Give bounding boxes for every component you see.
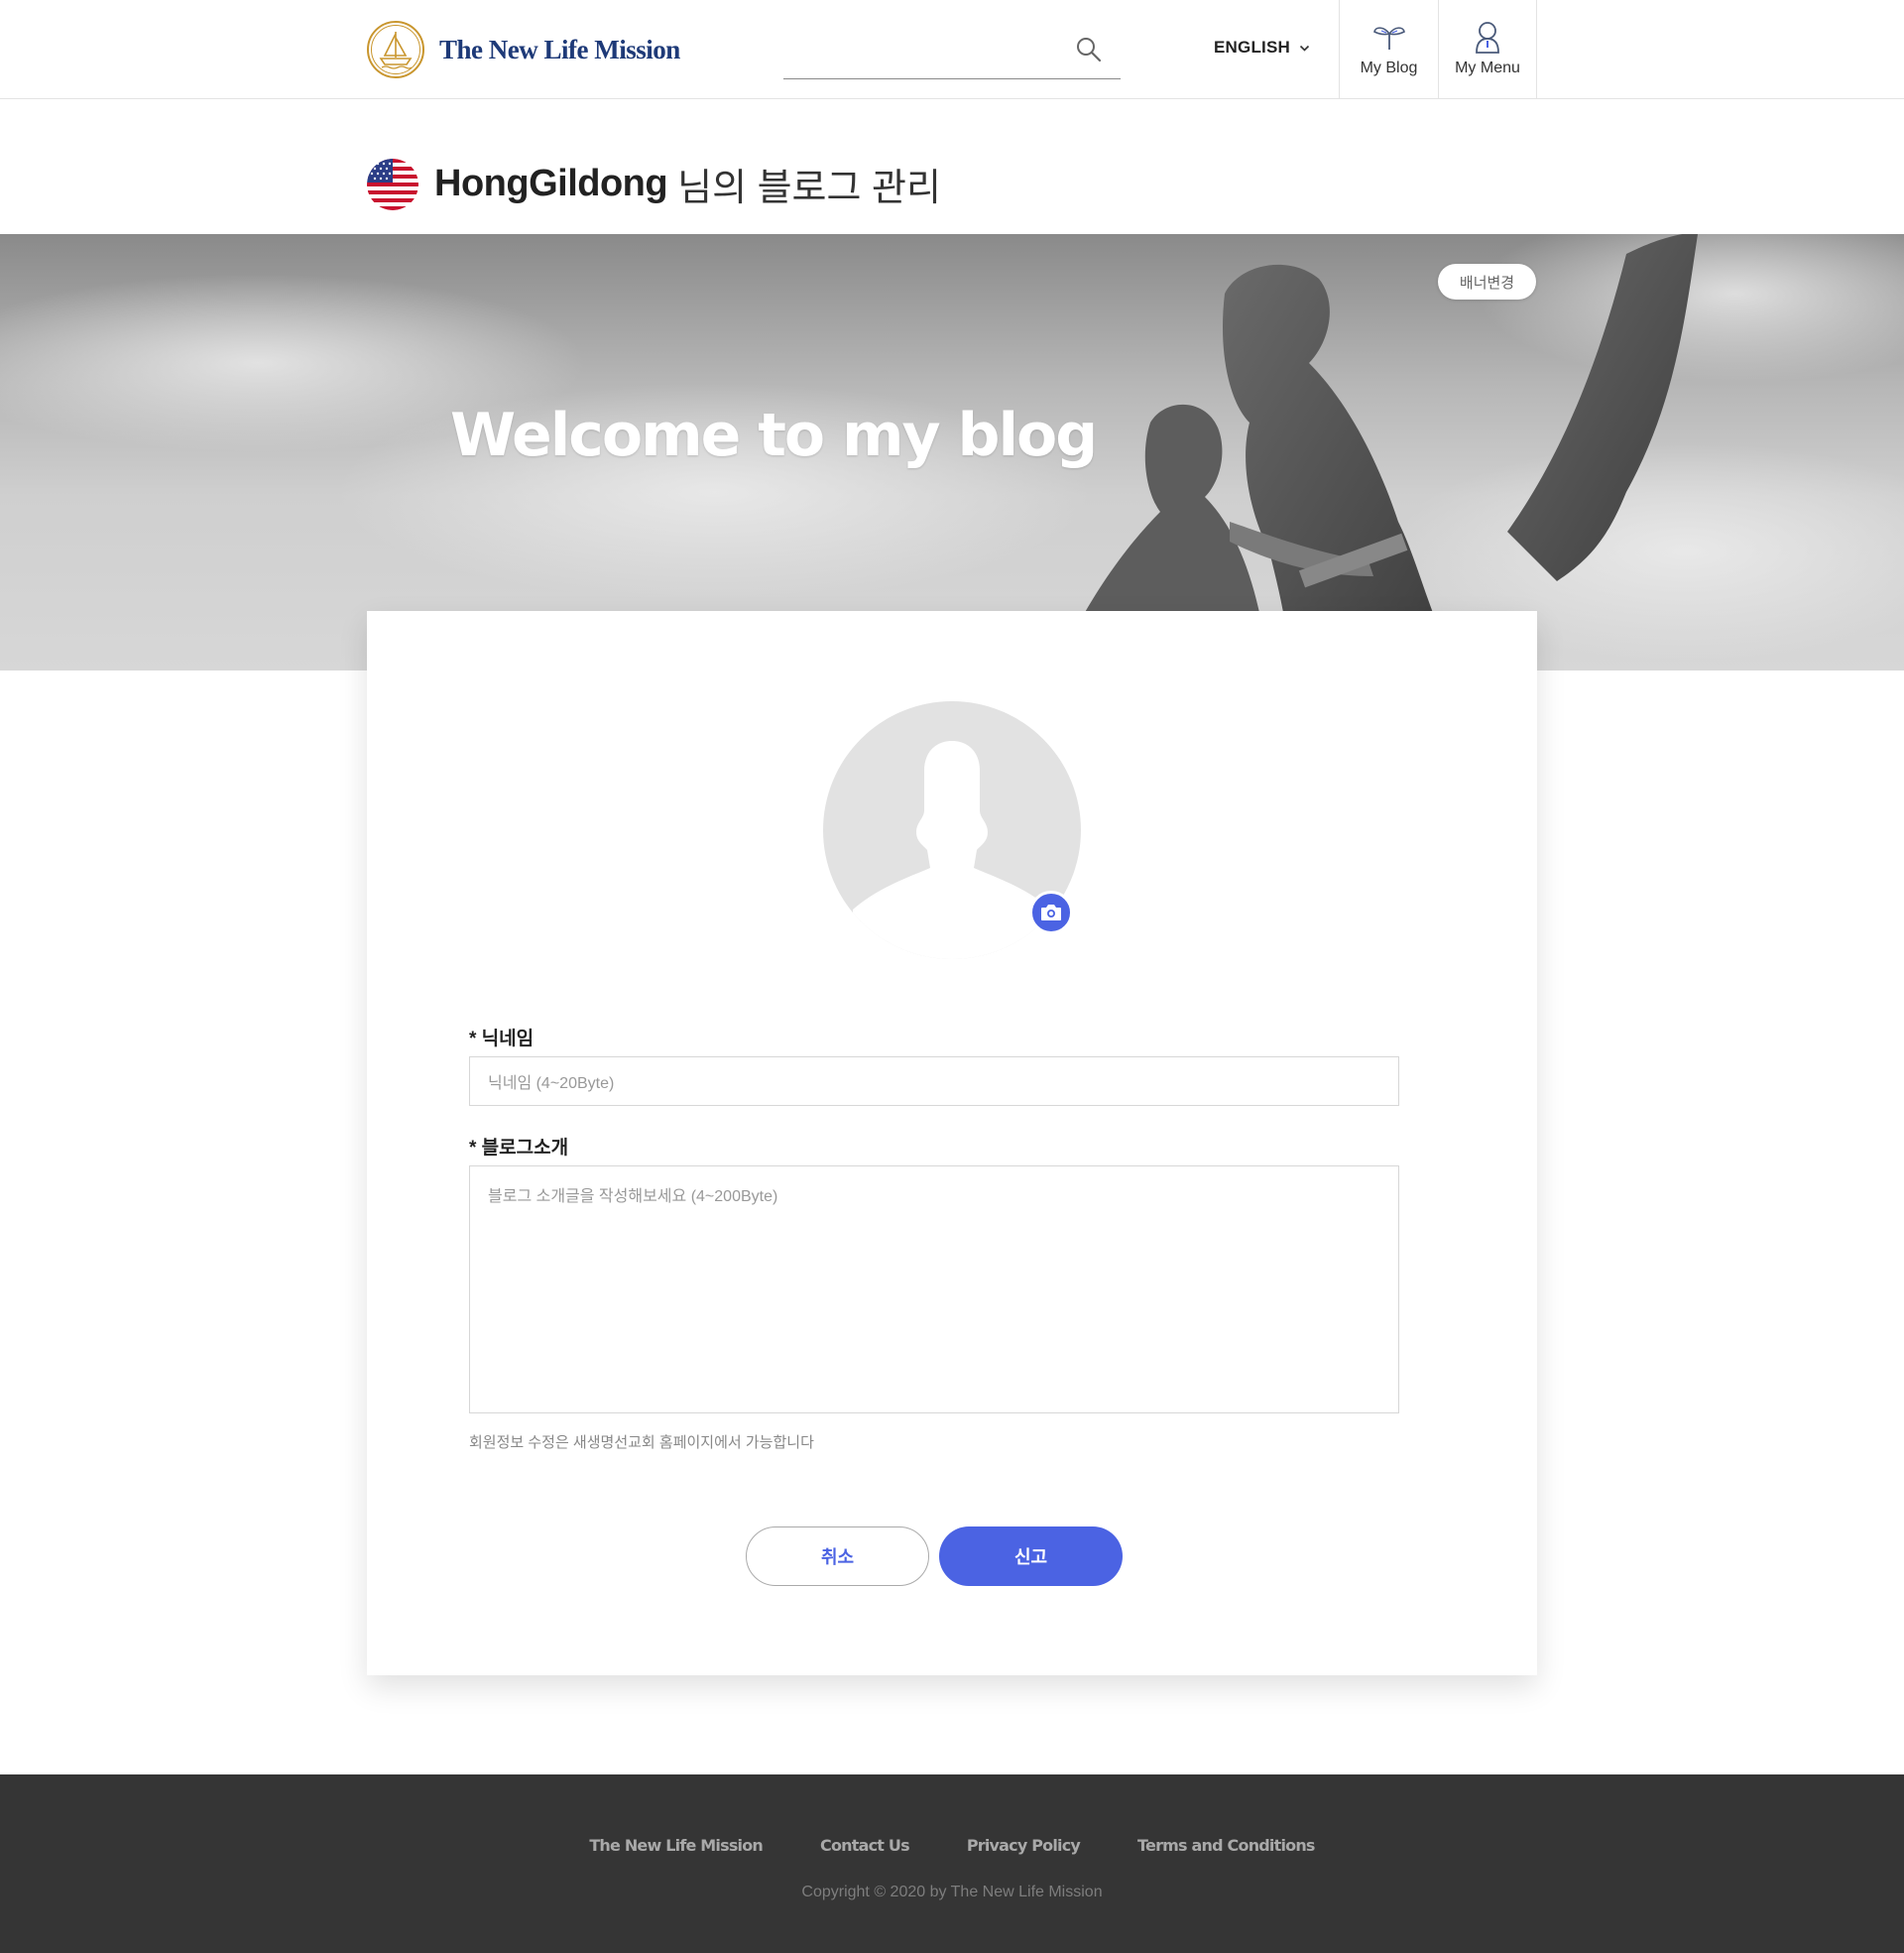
logo-text: The New Life Mission bbox=[439, 34, 680, 64]
my-menu-button[interactable]: My Menu bbox=[1438, 0, 1537, 98]
footer-links: The New Life Mission Contact Us Privacy … bbox=[0, 1836, 1904, 1855]
change-photo-button[interactable] bbox=[1029, 891, 1073, 934]
person-icon bbox=[1476, 22, 1499, 54]
submit-button[interactable]: 신고 bbox=[939, 1526, 1123, 1586]
site-footer: The New Life Mission Contact Us Privacy … bbox=[0, 1774, 1904, 1953]
banner-headline: Welcome to my blog bbox=[450, 401, 1098, 470]
us-flag-icon bbox=[367, 158, 418, 210]
footer-link-contact[interactable]: Contact Us bbox=[820, 1836, 910, 1855]
chevron-down-icon bbox=[1299, 45, 1310, 52]
search-icon[interactable] bbox=[1075, 36, 1103, 63]
ship-logo-icon bbox=[367, 21, 424, 78]
my-blog-button[interactable]: My Blog bbox=[1339, 0, 1438, 98]
change-banner-button[interactable]: 배너변경 bbox=[1438, 264, 1536, 300]
nickname-placeholder: 닉네임 (4~20Byte) bbox=[488, 1075, 615, 1092]
page-title: HongGildong 님의 블로그 관리 bbox=[367, 157, 941, 211]
language-selector[interactable]: ENGLISH bbox=[1214, 38, 1310, 58]
footer-link-home[interactable]: The New Life Mission bbox=[589, 1836, 764, 1855]
blog-intro-label: * 블로그소개 bbox=[469, 1138, 569, 1159]
blog-intro-textarea[interactable]: 블로그 소개글을 작성해보세요 (4~200Byte) bbox=[469, 1165, 1399, 1413]
blog-intro-placeholder: 블로그 소개글을 작성해보세요 (4~200Byte) bbox=[488, 1188, 778, 1205]
site-header: The New Life Mission ENGLISH My Blog My … bbox=[0, 0, 1904, 99]
copyright-text: Copyright © 2020 by The New Life Mission bbox=[801, 1884, 1103, 1900]
my-blog-label: My Blog bbox=[1360, 60, 1418, 76]
search-input[interactable] bbox=[783, 28, 1121, 79]
page-title-suffix: 님의 블로그 관리 bbox=[677, 168, 941, 209]
blog-owner-name: HongGildong bbox=[434, 163, 668, 204]
member-info-note: 회원정보 수정은 새생명선교회 홈페이지에서 가능합니다 bbox=[469, 1434, 814, 1451]
profile-edit-card: * 닉네임 닉네임 (4~20Byte) * 블로그소개 블로그 소개글을 작성… bbox=[367, 611, 1537, 1675]
site-logo[interactable]: The New Life Mission bbox=[366, 20, 680, 79]
my-menu-label: My Menu bbox=[1455, 60, 1520, 76]
footer-link-privacy[interactable]: Privacy Policy bbox=[967, 1836, 1081, 1855]
footer-link-terms[interactable]: Terms and Conditions bbox=[1137, 1836, 1315, 1855]
sprout-icon bbox=[1372, 27, 1405, 50]
cancel-button[interactable]: 취소 bbox=[746, 1526, 929, 1586]
nickname-label: * 닉네임 bbox=[469, 1029, 535, 1049]
blog-banner: Welcome to my blog 배너변경 bbox=[0, 234, 1904, 671]
language-label: ENGLISH bbox=[1214, 38, 1290, 57]
nickname-field[interactable]: 닉네임 (4~20Byte) bbox=[469, 1056, 1399, 1106]
camera-icon bbox=[1041, 905, 1061, 920]
